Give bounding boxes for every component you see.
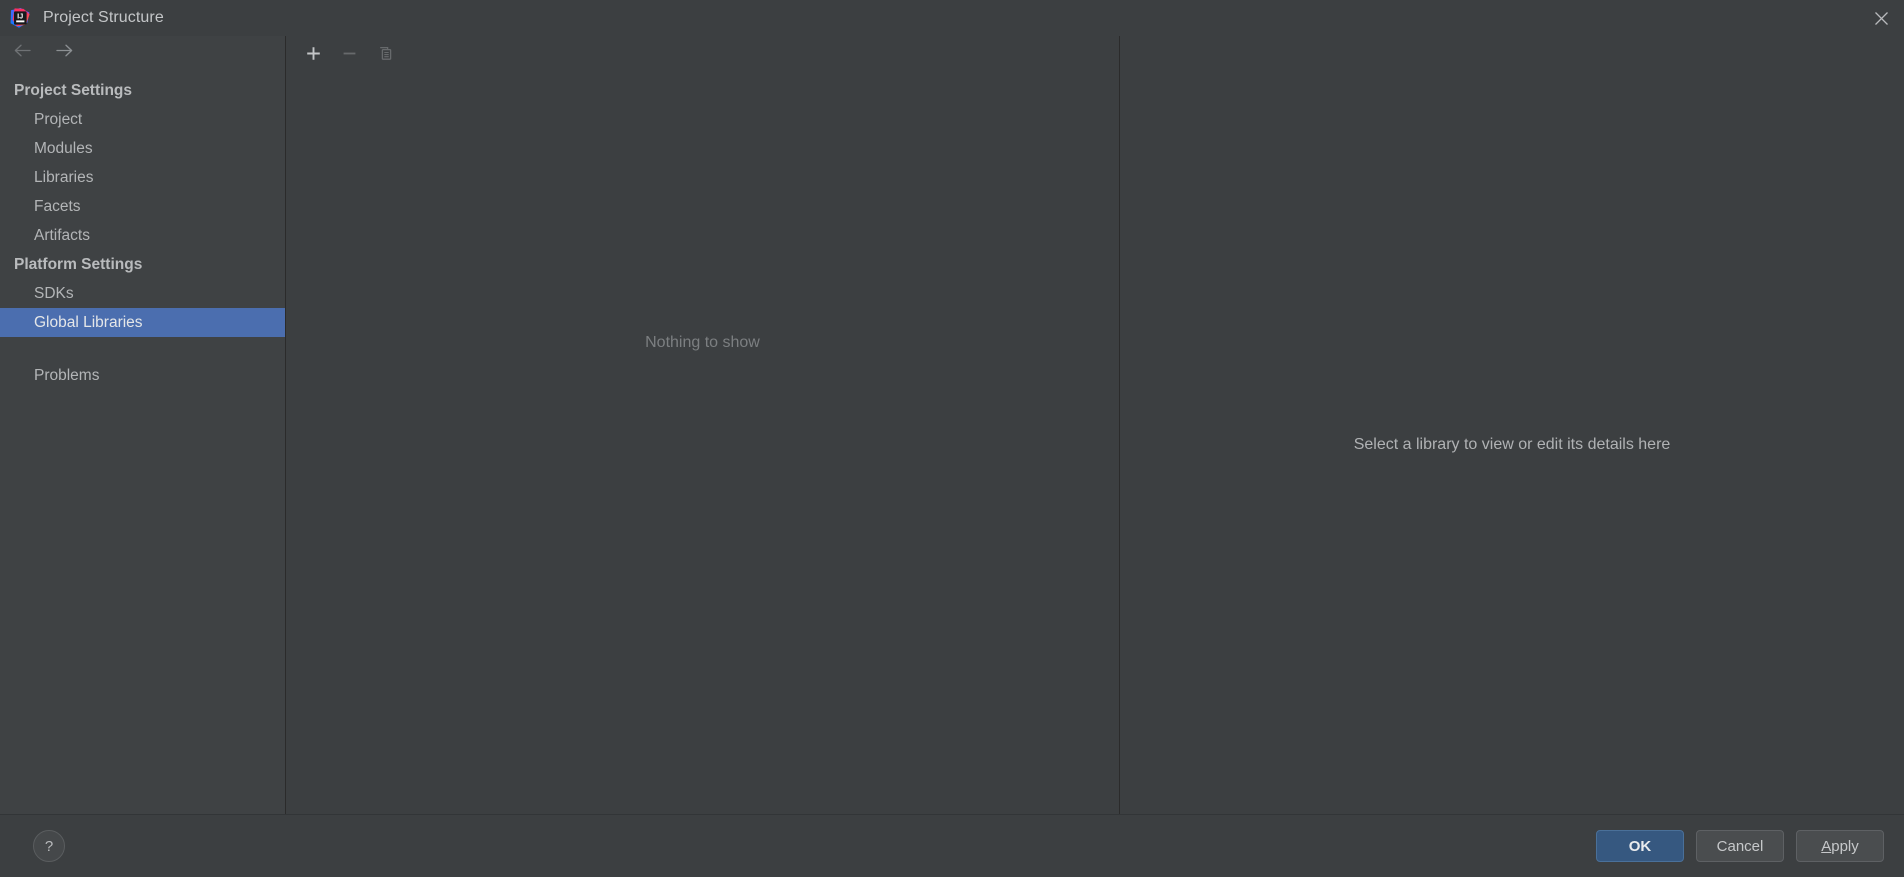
title-bar: IJ Project Structure (0, 0, 1904, 36)
sidebar-item-libraries[interactable]: Libraries (0, 163, 285, 192)
navigate-forward-icon[interactable] (53, 39, 75, 61)
svg-text:IJ: IJ (17, 12, 23, 21)
sidebar-group-project-settings: Project Settings (14, 82, 132, 99)
cancel-button[interactable]: Cancel (1696, 830, 1784, 862)
project-structure-dialog: IJ Project Structure Project Settings Pr… (0, 0, 1904, 877)
close-window-button[interactable] (1858, 0, 1904, 36)
help-button[interactable]: ? (33, 830, 65, 862)
settings-sidebar: Project Settings Project Modules Librari… (0, 36, 286, 814)
sidebar-item-sdks[interactable]: SDKs (0, 279, 285, 308)
sidebar-item-global-libraries[interactable]: Global Libraries (0, 308, 285, 337)
library-list-panel: Nothing to show (286, 36, 1120, 814)
sidebar-navigation-bar (0, 36, 285, 64)
navigate-back-icon[interactable] (11, 39, 33, 61)
footer-button-group: OK Cancel Apply (1596, 830, 1884, 862)
sidebar-item-modules[interactable]: Modules (0, 134, 285, 163)
apply-label-rest: pply (1831, 837, 1859, 855)
window-title: Project Structure (43, 9, 164, 26)
intellij-idea-logo-icon: IJ (9, 7, 31, 29)
ok-button[interactable]: OK (1596, 830, 1684, 862)
sidebar-item-list: Project Settings Project Modules Librari… (0, 64, 285, 814)
remove-icon (334, 39, 364, 67)
apply-mnemonic-letter: A (1821, 837, 1832, 855)
sidebar-item-artifacts[interactable]: Artifacts (0, 221, 285, 250)
sidebar-item-project[interactable]: Project (0, 105, 285, 134)
library-list-content[interactable]: Nothing to show (286, 70, 1119, 814)
detail-placeholder-message: Select a library to view or edit its det… (1353, 436, 1671, 453)
apply-button[interactable]: Apply (1796, 830, 1884, 862)
sidebar-group-platform-settings: Platform Settings (14, 256, 143, 273)
sidebar-item-facets[interactable]: Facets (0, 192, 285, 221)
library-detail-panel: Select a library to view or edit its det… (1120, 36, 1904, 814)
sidebar-item-problems[interactable]: Problems (0, 361, 285, 390)
copy-icon (370, 39, 400, 67)
dialog-footer: ? OK Cancel Apply (0, 814, 1904, 877)
add-icon[interactable] (298, 39, 328, 67)
dialog-body: Project Settings Project Modules Librari… (0, 36, 1904, 814)
library-list-toolbar (286, 36, 1119, 70)
empty-list-message: Nothing to show (645, 334, 760, 351)
